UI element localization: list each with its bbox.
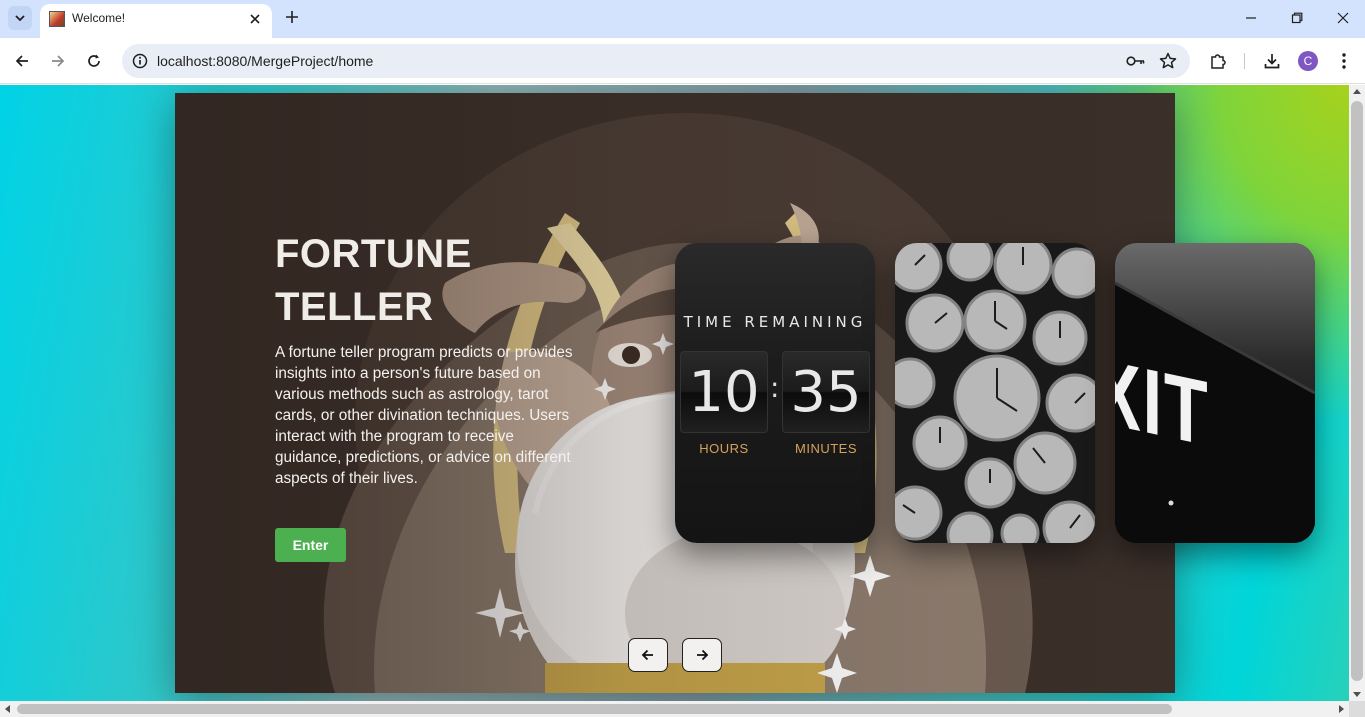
flip-colon: : xyxy=(770,371,780,404)
star-icon xyxy=(1159,52,1177,69)
slide-card-pocket-watches[interactable] xyxy=(895,243,1095,543)
close-window-button[interactable] xyxy=(1327,4,1359,32)
chevron-down-icon xyxy=(15,15,25,22)
arrow-left-icon xyxy=(15,55,28,67)
browser-menu-button[interactable] xyxy=(1332,49,1356,73)
slider-prev-button[interactable] xyxy=(628,638,668,672)
extensions-button[interactable] xyxy=(1206,49,1230,73)
back-button[interactable] xyxy=(10,49,34,73)
slide-card-time-remaining[interactable]: TIME REMAINING 10 : 35 HOURS MINUTES xyxy=(675,243,875,543)
tab-search-button[interactable] xyxy=(8,6,32,30)
hours-flip-digit: 10 xyxy=(680,351,768,433)
key-icon xyxy=(1126,56,1145,66)
download-icon xyxy=(1264,54,1280,69)
new-tab-button[interactable] xyxy=(282,7,302,27)
slider-next-button[interactable] xyxy=(682,638,722,672)
browser-toolbar: localhost:8080/MergeProject/home xyxy=(0,38,1365,84)
bookmark-button[interactable] xyxy=(1156,49,1180,73)
downloads-button[interactable] xyxy=(1260,49,1284,73)
forward-button[interactable] xyxy=(46,49,70,73)
hero-description: A fortune teller program predicts or pro… xyxy=(275,344,573,487)
kebab-menu-icon xyxy=(1342,53,1346,69)
reload-button[interactable] xyxy=(82,49,106,73)
restore-icon xyxy=(1291,12,1303,24)
plus-icon xyxy=(286,11,298,23)
horizontal-scroll-thumb[interactable] xyxy=(17,704,1172,714)
scroll-down-arrow-icon[interactable] xyxy=(1353,692,1361,697)
arrow-left-icon xyxy=(641,649,653,661)
reload-icon xyxy=(88,54,100,67)
info-icon xyxy=(132,53,148,69)
address-bar[interactable]: localhost:8080/MergeProject/home xyxy=(122,44,1190,78)
vertical-scroll-thumb[interactable] xyxy=(1351,101,1363,681)
enter-button[interactable]: Enter xyxy=(275,528,346,562)
tab-strip: Welcome! xyxy=(0,0,1365,38)
minutes-flip-digit: 35 xyxy=(782,351,870,433)
scroll-left-arrow-icon[interactable] xyxy=(5,705,10,713)
tab-title: Welcome! xyxy=(72,11,126,25)
minutes-label: MINUTES xyxy=(795,441,857,456)
pocket-watches-image xyxy=(895,243,1095,543)
scroll-right-arrow-icon[interactable] xyxy=(1339,705,1344,713)
vertical-scrollbar[interactable] xyxy=(1349,85,1365,701)
minimize-icon xyxy=(1246,17,1256,19)
scrollbar-corner xyxy=(1349,701,1365,717)
site-info-button[interactable] xyxy=(128,49,152,73)
close-icon xyxy=(250,14,260,24)
slide-card-exit-sign[interactable]: XIT xyxy=(1115,243,1315,543)
browser-tab-active[interactable]: Welcome! xyxy=(40,4,272,38)
time-remaining-heading: TIME REMAINING xyxy=(683,313,867,331)
page-viewport: FORTUNE TELLER A fortune teller program … xyxy=(0,85,1349,701)
close-icon xyxy=(1337,12,1349,24)
horizontal-scrollbar[interactable] xyxy=(0,701,1349,717)
password-manager-button[interactable] xyxy=(1124,49,1148,73)
tab-close-button[interactable] xyxy=(246,10,264,28)
url-text[interactable]: localhost:8080/MergeProject/home xyxy=(157,53,373,69)
hours-label: HOURS xyxy=(699,441,749,456)
profile-avatar[interactable]: C xyxy=(1298,51,1318,71)
scroll-up-arrow-icon[interactable] xyxy=(1353,89,1361,94)
hero-title: FORTUNE TELLER xyxy=(275,232,472,329)
toolbar-divider xyxy=(1244,53,1245,69)
puzzle-icon xyxy=(1211,54,1226,69)
restore-button[interactable] xyxy=(1281,4,1313,32)
arrow-right-icon xyxy=(697,649,709,661)
arrow-right-icon xyxy=(52,55,65,67)
tab-favicon-icon xyxy=(49,11,65,27)
minimize-button[interactable] xyxy=(1235,4,1267,32)
